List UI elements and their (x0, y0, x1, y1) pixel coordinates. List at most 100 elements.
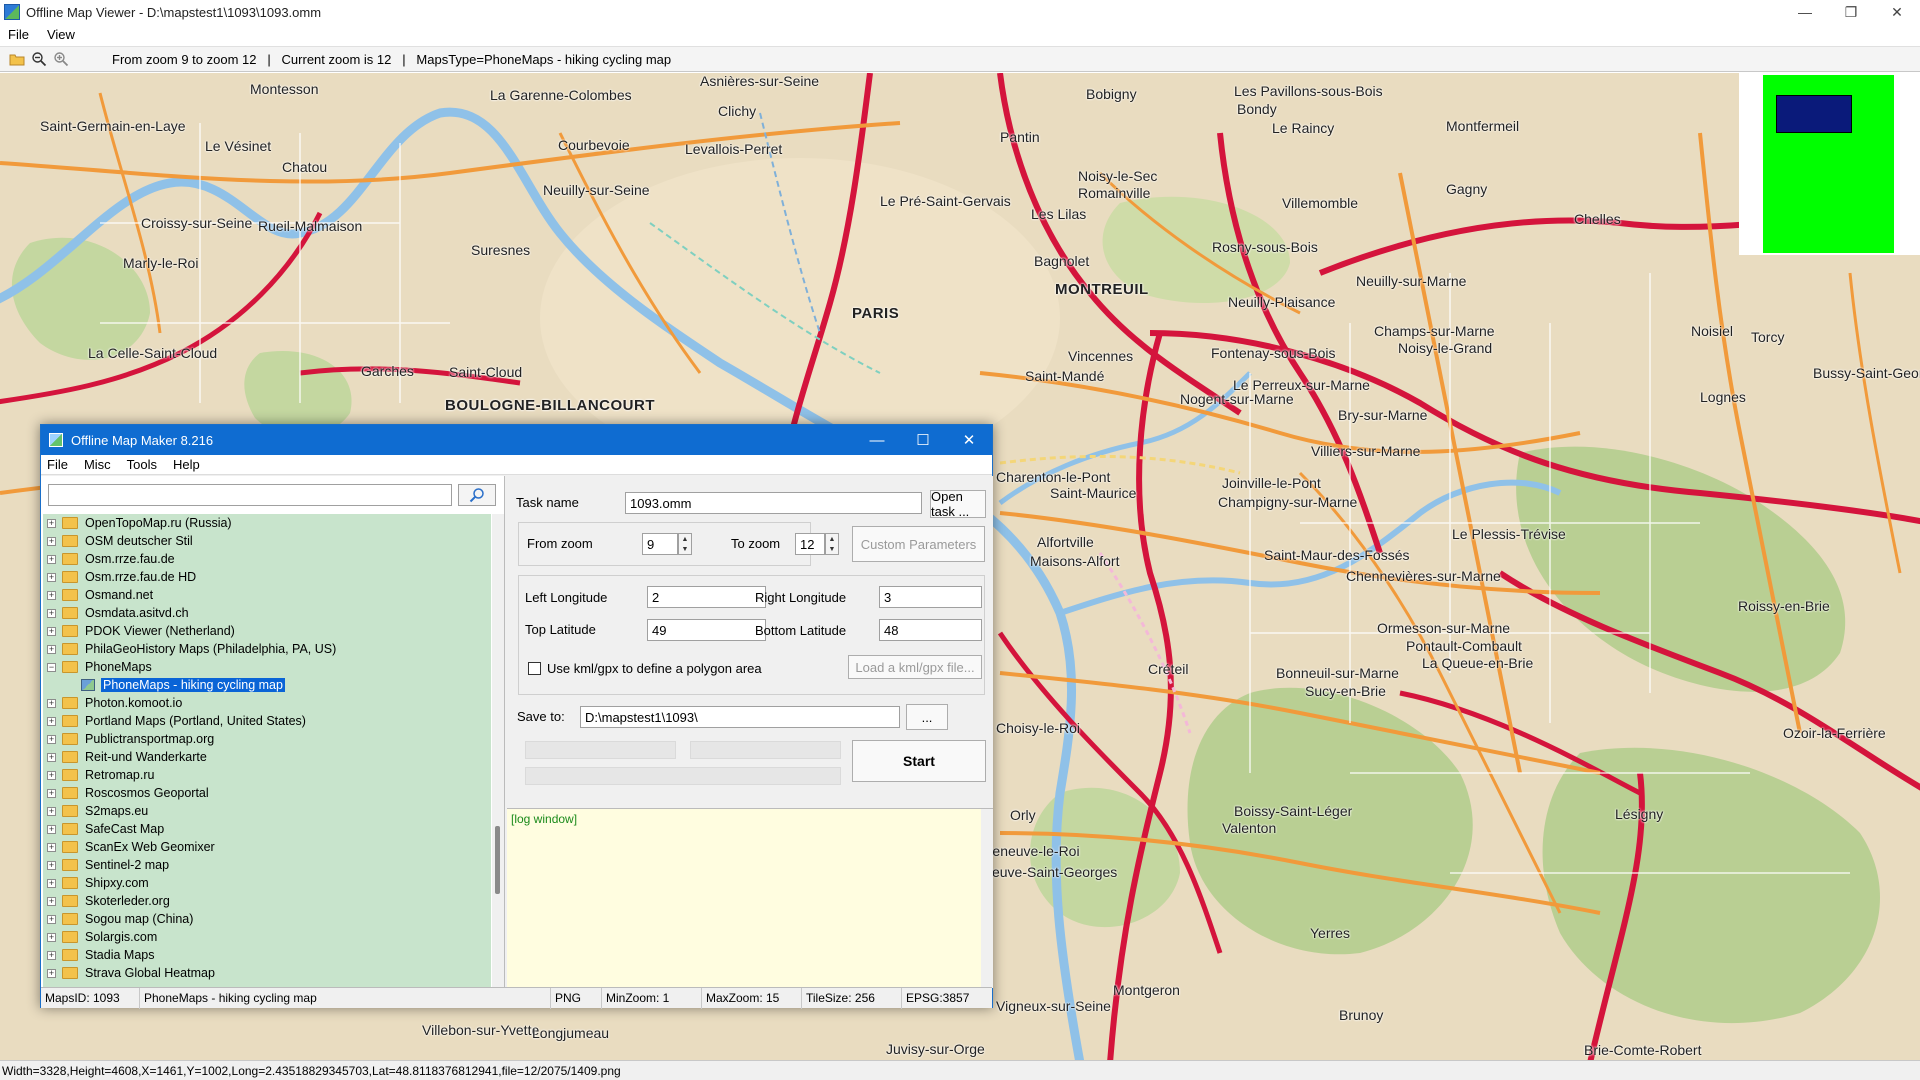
tree-folder-item[interactable]: + PDOK Viewer (Netherland) (43, 622, 491, 640)
expand-icon[interactable]: + (47, 932, 56, 942)
custom-parameters-button[interactable]: Custom Parameters (852, 526, 985, 562)
tree-folder-item[interactable]: + Portland Maps (Portland, United States) (43, 712, 491, 730)
tree-folder-item[interactable]: + OpenTopoMap.ru (Russia) (43, 514, 491, 532)
tree-folder-item[interactable]: + SafeCast Map (43, 820, 491, 838)
tree-folder-item[interactable]: + Shipxy.com (43, 874, 491, 892)
load-kml-button[interactable]: Load a kml/gpx file... (848, 655, 982, 679)
tree-folder-item[interactable]: − PhoneMaps (43, 658, 491, 676)
expand-icon[interactable]: + (47, 806, 56, 816)
open-folder-icon[interactable] (6, 48, 28, 70)
tree-folder-item[interactable]: + Retromap.ru (43, 766, 491, 784)
dialog-title-bar[interactable]: Offline Map Maker 8.216 — ☐ ✕ (41, 425, 992, 455)
tree-folder-item[interactable]: + ScanEx Web Geomixer (43, 838, 491, 856)
status-format: PNG (551, 987, 602, 1009)
dialog-menu-misc[interactable]: Misc (84, 457, 111, 472)
expand-icon[interactable]: + (47, 644, 56, 654)
task-name-input[interactable] (625, 492, 922, 514)
minimize-icon[interactable]: — (1782, 0, 1828, 24)
tree-folder-item[interactable]: + Osmdata.asitvd.ch (43, 604, 491, 622)
to-zoom-spinner[interactable]: ▲ ▼ (825, 533, 839, 555)
main-title-bar: Offline Map Viewer - D:\mapstest1\1093\1… (0, 0, 1920, 24)
tree-map-item[interactable]: PhoneMaps - hiking cycling map (43, 676, 491, 694)
expand-icon[interactable]: + (47, 824, 56, 834)
start-button[interactable]: Start (852, 740, 986, 782)
to-zoom-input[interactable] (795, 533, 825, 555)
tree-folder-item[interactable]: + OSM deutscher Stil (43, 532, 491, 550)
tree-folder-item[interactable]: + Solargis.com (43, 928, 491, 946)
spin-up-icon[interactable]: ▲ (829, 536, 836, 543)
expand-icon[interactable]: + (47, 518, 56, 528)
open-task-button[interactable]: Open task ... (930, 489, 986, 519)
tree-folder-item[interactable]: + Reit-und Wanderkarte (43, 748, 491, 766)
top-latitude-input[interactable] (647, 619, 766, 641)
left-longitude-input[interactable] (647, 586, 766, 608)
restore-icon[interactable]: ❐ (1828, 0, 1874, 24)
expand-icon[interactable]: + (47, 752, 56, 762)
expand-icon[interactable]: + (47, 878, 56, 888)
dialog-maximize-icon[interactable]: ☐ (900, 425, 946, 455)
from-zoom-input[interactable] (642, 533, 678, 555)
tree-scroll-thumb[interactable] (495, 826, 500, 894)
minimap-viewport[interactable] (1776, 95, 1852, 133)
expand-icon[interactable]: + (47, 788, 56, 798)
tree-folder-item[interactable]: + Photon.komoot.io (43, 694, 491, 712)
map-search-input[interactable] (48, 484, 452, 506)
use-kml-checkbox[interactable] (528, 662, 541, 675)
from-zoom-spinner[interactable]: ▲ ▼ (678, 533, 692, 555)
tree-folder-item[interactable]: + Sogou map (China) (43, 910, 491, 928)
expand-icon[interactable]: + (47, 536, 56, 546)
expand-icon[interactable]: + (47, 770, 56, 780)
tree-folder-item[interactable]: + Publictransportmap.org (43, 730, 491, 748)
map-place-label: Rosny-sous-Bois (1212, 239, 1318, 255)
expand-icon[interactable]: + (47, 572, 56, 582)
expand-icon[interactable]: + (47, 626, 56, 636)
tree-folder-item[interactable]: + PhilaGeoHistory Maps (Philadelphia, PA,… (43, 640, 491, 658)
menu-view[interactable]: View (47, 27, 75, 42)
save-to-input[interactable] (580, 706, 900, 728)
expand-icon[interactable]: + (47, 896, 56, 906)
collapse-icon[interactable]: − (47, 662, 56, 672)
zoom-in-icon[interactable] (50, 48, 72, 70)
expand-icon[interactable]: + (47, 716, 56, 726)
menu-file[interactable]: File (8, 27, 29, 42)
expand-icon[interactable]: + (47, 554, 56, 564)
expand-icon[interactable]: + (47, 590, 56, 600)
expand-icon[interactable]: + (47, 698, 56, 708)
browse-button[interactable]: ... (906, 704, 948, 730)
right-longitude-input[interactable] (879, 586, 982, 608)
expand-icon[interactable]: + (47, 842, 56, 852)
dialog-minimize-icon[interactable]: — (854, 425, 900, 455)
spin-down-icon[interactable]: ▼ (829, 546, 836, 553)
spin-down-icon[interactable]: ▼ (682, 546, 689, 553)
tree-folder-item[interactable]: + Osmand.net (43, 586, 491, 604)
bottom-latitude-input[interactable] (879, 619, 982, 641)
expand-icon[interactable]: + (47, 950, 56, 960)
spin-up-icon[interactable]: ▲ (682, 536, 689, 543)
tree-folder-item[interactable]: + Roscosmos Geoportal (43, 784, 491, 802)
tree-folder-item[interactable]: + Stadia Maps (43, 946, 491, 964)
close-icon[interactable]: ✕ (1874, 0, 1920, 24)
tree-folder-item[interactable]: + S2maps.eu (43, 802, 491, 820)
dialog-menu-file[interactable]: File (47, 457, 68, 472)
tree-folder-item[interactable]: + Skoterleder.org (43, 892, 491, 910)
tree-folder-item[interactable]: + Strava Global Heatmap (43, 964, 491, 982)
zoom-out-icon[interactable] (28, 48, 50, 70)
tree-scrollbar[interactable] (492, 514, 504, 987)
dialog-menu-help[interactable]: Help (173, 457, 200, 472)
search-button[interactable] (458, 484, 496, 506)
expand-icon[interactable]: + (47, 968, 56, 978)
overview-minimap[interactable] (1739, 73, 1920, 255)
dialog-menu-tools[interactable]: Tools (127, 457, 157, 472)
log-scrollbar[interactable] (981, 809, 993, 988)
expand-icon[interactable]: + (47, 734, 56, 744)
expand-icon[interactable]: + (47, 608, 56, 618)
tree-folder-item[interactable]: + Osm.rrze.fau.de HD (43, 568, 491, 586)
tree-folder-item[interactable]: + Osm.rrze.fau.de (43, 550, 491, 568)
log-window[interactable]: [log window] (507, 808, 993, 988)
expand-icon[interactable]: + (47, 860, 56, 870)
expand-icon[interactable]: + (47, 914, 56, 924)
map-place-label: Saint-Maurice (1050, 485, 1137, 501)
dialog-close-icon[interactable]: ✕ (946, 425, 992, 455)
map-source-tree[interactable]: + OpenTopoMap.ru (Russia) + OSM deutscher S… (43, 514, 491, 987)
tree-folder-item[interactable]: + Sentinel-2 map (43, 856, 491, 874)
